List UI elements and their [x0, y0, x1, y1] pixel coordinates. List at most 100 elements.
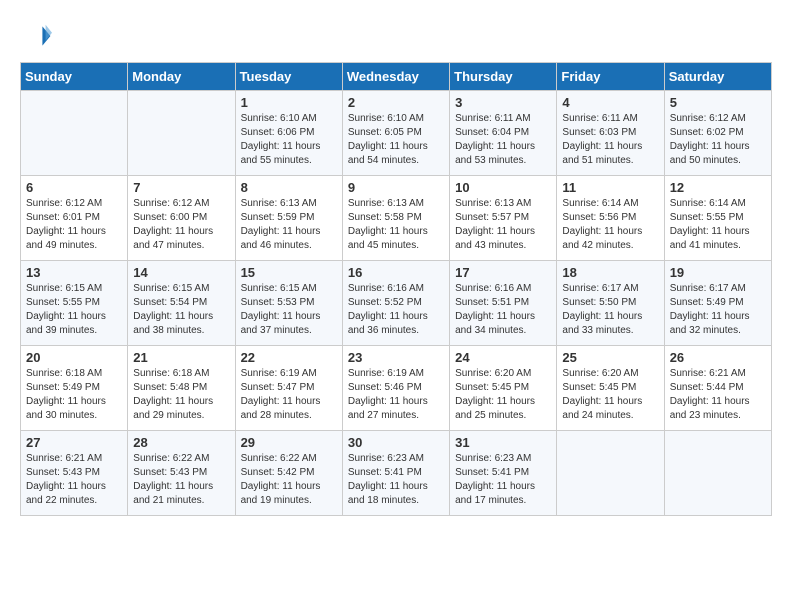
day-number: 15 — [241, 265, 337, 280]
cell-info: Sunrise: 6:17 AM Sunset: 5:49 PM Dayligh… — [670, 282, 766, 338]
header-row: SundayMondayTuesdayWednesdayThursdayFrid… — [21, 63, 772, 91]
calendar-cell: 25Sunrise: 6:20 AM Sunset: 5:45 PM Dayli… — [557, 346, 664, 431]
cell-info: Sunrise: 6:17 AM Sunset: 5:50 PM Dayligh… — [562, 282, 658, 338]
day-number: 23 — [348, 350, 444, 365]
calendar-cell: 29 Sunrise: 6:22 AM Sunset: 5:42 PM Dayli… — [235, 431, 342, 516]
day-number: 10 — [455, 180, 551, 195]
week-row-2: 13 Sunrise: 6:15 AM Sunset: 5:55 PM Dayli… — [21, 261, 772, 346]
cell-info: Sunrise: 6:21 AM Sunset: 5:44 PM Dayligh… — [670, 367, 766, 423]
cell-info: Sunrise: 6:23 AM Sunset: 5:41 PM Dayligh… — [348, 452, 444, 508]
cell-info: Sunrise: 6:13 AM Sunset: 5:59 PM Dayligh… — [241, 197, 337, 253]
day-number: 13 — [26, 265, 122, 280]
day-number: 9 — [348, 180, 444, 195]
cell-info: Sunrise: 6:12 AM Sunset: 6:02 PM Dayligh… — [670, 112, 766, 168]
day-number: 16 — [348, 265, 444, 280]
cell-info: Sunrise: 6:15 AM Sunset: 5:55 PM Dayligh… — [26, 282, 122, 338]
day-number: 21 — [133, 350, 229, 365]
day-number: 18 — [562, 265, 658, 280]
day-number: 4 — [562, 95, 658, 110]
calendar-cell: 2Sunrise: 6:10 AM Sunset: 6:05 PM Daylig… — [342, 91, 449, 176]
calendar-cell: 10 Sunrise: 6:13 AM Sunset: 5:57 PM Dayli… — [450, 176, 557, 261]
day-number: 12 — [670, 180, 766, 195]
calendar-cell: 30 Sunrise: 6:23 AM Sunset: 5:41 PM Dayli… — [342, 431, 449, 516]
day-number: 14 — [133, 265, 229, 280]
day-number: 8 — [241, 180, 337, 195]
calendar-cell: 19 Sunrise: 6:17 AM Sunset: 5:49 PM Dayli… — [664, 261, 771, 346]
calendar-cell: 11 Sunrise: 6:14 AM Sunset: 5:56 PM Dayli… — [557, 176, 664, 261]
day-number: 19 — [670, 265, 766, 280]
header-day-monday: Monday — [128, 63, 235, 91]
cell-info: Sunrise: 6:15 AM Sunset: 5:53 PM Dayligh… — [241, 282, 337, 338]
day-number: 11 — [562, 180, 658, 195]
calendar-cell: 31 Sunrise: 6:23 AM Sunset: 5:41 PM Dayli… — [450, 431, 557, 516]
cell-info: Sunrise: 6:19 AM Sunset: 5:46 PM Dayligh… — [348, 367, 444, 423]
day-number: 7 — [133, 180, 229, 195]
cell-info: Sunrise: 6:13 AM Sunset: 5:58 PM Dayligh… — [348, 197, 444, 253]
day-number: 17 — [455, 265, 551, 280]
calendar-cell: 28 Sunrise: 6:22 AM Sunset: 5:43 PM Dayli… — [128, 431, 235, 516]
cell-info: Sunrise: 6:16 AM Sunset: 5:52 PM Dayligh… — [348, 282, 444, 338]
calendar-table: SundayMondayTuesdayWednesdayThursdayFrid… — [20, 62, 772, 516]
cell-info: Sunrise: 6:18 AM Sunset: 5:48 PM Dayligh… — [133, 367, 229, 423]
calendar-cell: 4 Sunrise: 6:11 AM Sunset: 6:03 PM Daylig… — [557, 91, 664, 176]
day-number: 31 — [455, 435, 551, 450]
day-number: 28 — [133, 435, 229, 450]
day-number: 1 — [241, 95, 337, 110]
header — [20, 20, 772, 52]
cell-info: Sunrise: 6:21 AM Sunset: 5:43 PM Dayligh… — [26, 452, 122, 508]
cell-info: Sunrise: 6:11 AM Sunset: 6:03 PM Dayligh… — [562, 112, 658, 168]
calendar-cell — [21, 91, 128, 176]
calendar-cell: 13 Sunrise: 6:15 AM Sunset: 5:55 PM Dayli… — [21, 261, 128, 346]
calendar-cell: 15 Sunrise: 6:15 AM Sunset: 5:53 PM Dayli… — [235, 261, 342, 346]
header-day-friday: Friday — [557, 63, 664, 91]
cell-info: Sunrise: 6:18 AM Sunset: 5:49 PM Dayligh… — [26, 367, 122, 423]
cell-info: Sunrise: 6:12 AM Sunset: 6:01 PM Dayligh… — [26, 197, 122, 253]
calendar-cell: 7Sunrise: 6:12 AM Sunset: 6:00 PM Daylig… — [128, 176, 235, 261]
header-day-wednesday: Wednesday — [342, 63, 449, 91]
calendar-cell — [128, 91, 235, 176]
cell-info: Sunrise: 6:10 AM Sunset: 6:06 PM Dayligh… — [241, 112, 337, 168]
day-number: 5 — [670, 95, 766, 110]
calendar-cell: 23 Sunrise: 6:19 AM Sunset: 5:46 PM Dayli… — [342, 346, 449, 431]
day-number: 3 — [455, 95, 551, 110]
cell-info: Sunrise: 6:22 AM Sunset: 5:43 PM Dayligh… — [133, 452, 229, 508]
header-day-sunday: Sunday — [21, 63, 128, 91]
calendar-cell: 22Sunrise: 6:19 AM Sunset: 5:47 PM Dayli… — [235, 346, 342, 431]
calendar-cell: 5 Sunrise: 6:12 AM Sunset: 6:02 PM Daylig… — [664, 91, 771, 176]
cell-info: Sunrise: 6:14 AM Sunset: 5:56 PM Dayligh… — [562, 197, 658, 253]
day-number: 26 — [670, 350, 766, 365]
cell-info: Sunrise: 6:23 AM Sunset: 5:41 PM Dayligh… — [455, 452, 551, 508]
calendar-cell: 21 Sunrise: 6:18 AM Sunset: 5:48 PM Dayli… — [128, 346, 235, 431]
logo-icon — [20, 20, 52, 52]
cell-info: Sunrise: 6:15 AM Sunset: 5:54 PM Dayligh… — [133, 282, 229, 338]
day-number: 20 — [26, 350, 122, 365]
calendar-cell: 6 Sunrise: 6:12 AM Sunset: 6:01 PM Daylig… — [21, 176, 128, 261]
week-row-0: 1 Sunrise: 6:10 AM Sunset: 6:06 PM Daylig… — [21, 91, 772, 176]
cell-info: Sunrise: 6:14 AM Sunset: 5:55 PM Dayligh… — [670, 197, 766, 253]
calendar-body: 1 Sunrise: 6:10 AM Sunset: 6:06 PM Daylig… — [21, 91, 772, 516]
day-number: 27 — [26, 435, 122, 450]
logo — [20, 20, 56, 52]
calendar-cell: 16 Sunrise: 6:16 AM Sunset: 5:52 PM Dayli… — [342, 261, 449, 346]
calendar-cell: 8 Sunrise: 6:13 AM Sunset: 5:59 PM Daylig… — [235, 176, 342, 261]
cell-info: Sunrise: 6:16 AM Sunset: 5:51 PM Dayligh… — [455, 282, 551, 338]
calendar-cell — [664, 431, 771, 516]
cell-info: Sunrise: 6:13 AM Sunset: 5:57 PM Dayligh… — [455, 197, 551, 253]
day-number: 22 — [241, 350, 337, 365]
week-row-1: 6 Sunrise: 6:12 AM Sunset: 6:01 PM Daylig… — [21, 176, 772, 261]
week-row-3: 20 Sunrise: 6:18 AM Sunset: 5:49 PM Dayli… — [21, 346, 772, 431]
calendar-cell: 26 Sunrise: 6:21 AM Sunset: 5:44 PM Dayli… — [664, 346, 771, 431]
cell-info: Sunrise: 6:22 AM Sunset: 5:42 PM Dayligh… — [241, 452, 337, 508]
calendar-cell: 18 Sunrise: 6:17 AM Sunset: 5:50 PM Dayli… — [557, 261, 664, 346]
day-number: 25 — [562, 350, 658, 365]
header-day-thursday: Thursday — [450, 63, 557, 91]
day-number: 29 — [241, 435, 337, 450]
calendar-header: SundayMondayTuesdayWednesdayThursdayFrid… — [21, 63, 772, 91]
calendar-cell: 24Sunrise: 6:20 AM Sunset: 5:45 PM Dayli… — [450, 346, 557, 431]
calendar-cell: 1 Sunrise: 6:10 AM Sunset: 6:06 PM Daylig… — [235, 91, 342, 176]
cell-info: Sunrise: 6:10 AM Sunset: 6:05 PM Dayligh… — [348, 112, 444, 168]
calendar-cell: 12 Sunrise: 6:14 AM Sunset: 5:55 PM Dayli… — [664, 176, 771, 261]
day-number: 6 — [26, 180, 122, 195]
week-row-4: 27 Sunrise: 6:21 AM Sunset: 5:43 PM Dayli… — [21, 431, 772, 516]
day-number: 30 — [348, 435, 444, 450]
